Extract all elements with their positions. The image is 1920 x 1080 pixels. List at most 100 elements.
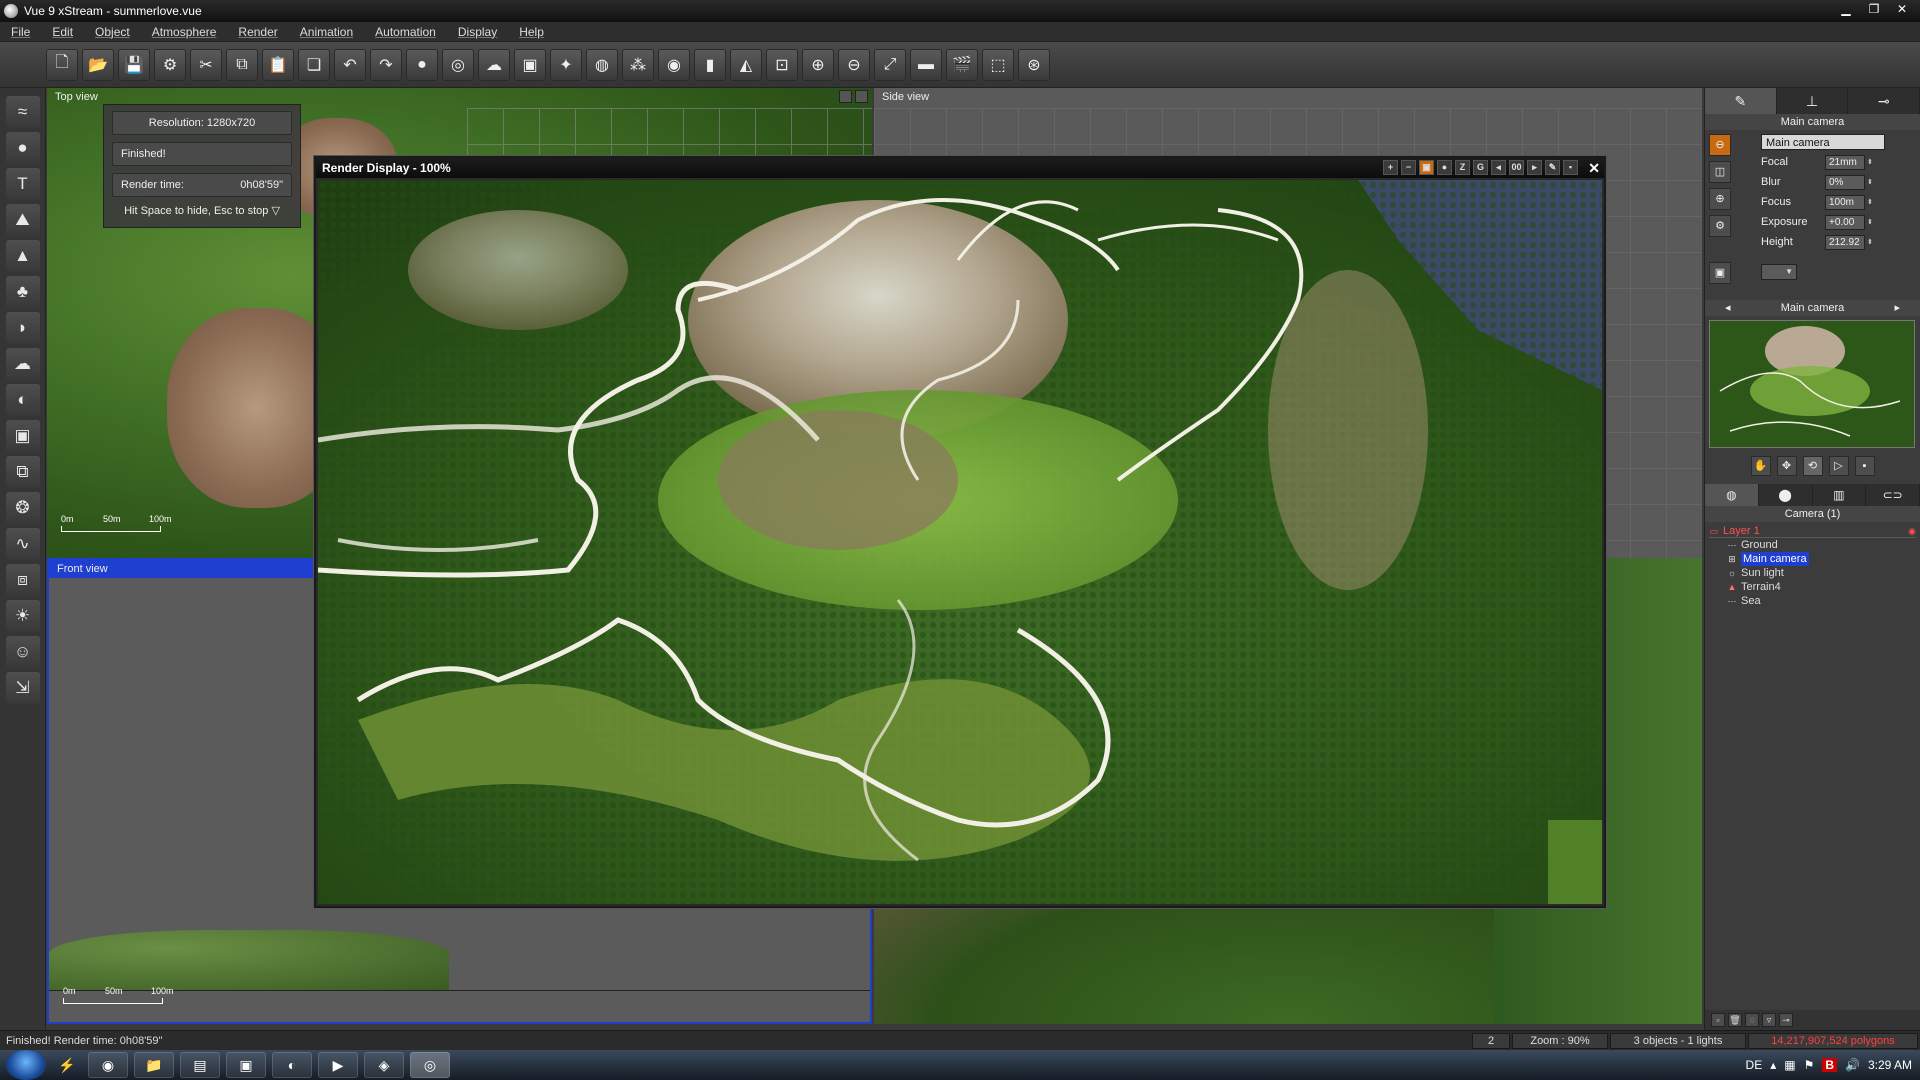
zoom-in-icon[interactable]: ⊕ xyxy=(802,48,834,81)
filter-icon[interactable]: ▿ xyxy=(1762,1013,1776,1027)
atmosphere-icon[interactable]: ☁ xyxy=(478,48,510,81)
tree-item-sun-light[interactable]: ☼ Sun light xyxy=(1709,566,1916,580)
frame-icon[interactable]: ⬚ xyxy=(982,48,1014,81)
mountain-icon[interactable]: ▲ xyxy=(5,240,40,272)
tab-materials[interactable]: ⬤ xyxy=(1759,484,1813,506)
tree-item-sea[interactable]: ⋯ Sea xyxy=(1709,594,1916,608)
monitor-icon[interactable]: ▣ xyxy=(226,1052,266,1078)
folder-icon[interactable]: 📁 xyxy=(134,1052,174,1078)
quicklaunch-icon[interactable]: ⚡ xyxy=(52,1052,82,1078)
tray-app-icon[interactable]: B xyxy=(1822,1058,1838,1072)
copy-icon[interactable]: ⧉ xyxy=(226,48,258,81)
focal-spinner[interactable]: ⬍ xyxy=(1867,158,1875,166)
prev-camera-icon[interactable]: ◂ xyxy=(1725,300,1731,316)
render-display-titlebar[interactable]: Render Display - 100% + − ▣ ● Z G ◂ 00 ▸… xyxy=(316,158,1604,178)
viewport-options-icon[interactable] xyxy=(839,90,852,103)
file-icon[interactable]: ▤ xyxy=(180,1052,220,1078)
render-area-icon[interactable]: ◎ xyxy=(442,48,474,81)
zoom-region-icon[interactable]: ⊡ xyxy=(766,48,798,81)
app-icon[interactable]: ◈ xyxy=(364,1052,404,1078)
media-player-icon[interactable]: ▶ xyxy=(318,1052,358,1078)
menu-automation[interactable]: Automation xyxy=(364,25,447,39)
blur-input[interactable]: 0% xyxy=(1825,174,1865,190)
metablob-icon[interactable]: ❂ xyxy=(5,492,40,524)
save-render-icon[interactable]: ▪ xyxy=(1563,160,1578,175)
clock[interactable]: 3:29 AM xyxy=(1868,1058,1912,1072)
browser-icon[interactable]: ◉ xyxy=(88,1052,128,1078)
focus-spinner[interactable]: ⬍ xyxy=(1867,198,1875,206)
volume-icon[interactable]: 🔊 xyxy=(1845,1058,1860,1072)
start-button[interactable] xyxy=(6,1050,46,1080)
focus-input[interactable]: 100m xyxy=(1825,194,1865,210)
menu-atmosphere[interactable]: Atmosphere xyxy=(141,25,228,39)
color-correct-icon[interactable]: G xyxy=(1473,160,1488,175)
tab-animation[interactable]: ⊸ xyxy=(1848,88,1920,114)
zoom-out-icon[interactable]: ⊖ xyxy=(838,48,870,81)
edit-icon[interactable]: ✎ xyxy=(1545,160,1560,175)
firefox-icon[interactable]: ◐ xyxy=(272,1052,312,1078)
minimize-button[interactable]: ▁ xyxy=(1832,0,1860,18)
cloud-icon[interactable]: ☁ xyxy=(5,348,40,380)
material-icon[interactable]: ⁂ xyxy=(622,48,654,81)
language-indicator[interactable]: DE xyxy=(1746,1058,1763,1072)
move-icon[interactable]: ✥ xyxy=(1776,456,1797,476)
next-frame-icon[interactable]: ▸ xyxy=(1527,160,1542,175)
water-icon[interactable]: ≈ xyxy=(5,96,40,128)
camera-settings-icon[interactable]: ⚙ xyxy=(1709,215,1731,237)
new-layer-icon[interactable]: ▫ xyxy=(1711,1013,1725,1027)
film-icon[interactable]: ▬ xyxy=(910,48,942,81)
maximize-button[interactable]: ❐ xyxy=(1860,0,1888,18)
camera-extra-icon[interactable]: ▣ xyxy=(1709,262,1731,284)
hide-icon[interactable]: ◌ xyxy=(1745,1013,1759,1027)
close-button[interactable]: ✕ xyxy=(1888,0,1916,18)
planet-icon[interactable]: ◐ xyxy=(5,384,40,416)
character-icon[interactable]: ☺ xyxy=(5,636,40,668)
frame-counter-icon[interactable]: 00 xyxy=(1509,160,1524,175)
tab-numerics[interactable]: ⊥ xyxy=(1777,88,1849,114)
tray-expand-icon[interactable]: ▴ xyxy=(1770,1058,1776,1072)
height-input[interactable]: 212.92 xyxy=(1825,234,1865,250)
hint-dropdown-icon[interactable]: ▽ xyxy=(271,205,279,217)
save-icon[interactable]: 💾 xyxy=(118,48,150,81)
fit-view-icon[interactable]: ⤢ xyxy=(874,48,906,81)
tree-item-ground[interactable]: ⋯ Ground xyxy=(1709,538,1916,552)
camera-select[interactable]: Main camera xyxy=(1761,134,1885,150)
rgb-channel-icon[interactable]: ▣ xyxy=(1419,160,1434,175)
align-icon[interactable]: ▮ xyxy=(694,48,726,81)
plant-icon[interactable]: ✦ xyxy=(550,48,582,81)
text-icon[interactable]: T xyxy=(5,168,40,200)
cut-icon[interactable]: ✂ xyxy=(190,48,222,81)
new-icon[interactable]: 🗋 xyxy=(46,48,78,81)
menu-render[interactable]: Render xyxy=(227,25,288,39)
blur-spinner[interactable]: ⬍ xyxy=(1867,178,1875,186)
camera-mode-icon[interactable]: ⊖ xyxy=(1709,134,1731,156)
paste-icon[interactable]: 📋 xyxy=(262,48,294,81)
next-camera-icon[interactable]: ▸ xyxy=(1894,300,1900,316)
undo-icon[interactable]: ↶ xyxy=(334,48,366,81)
flag-icon[interactable]: ⚑ xyxy=(1804,1058,1815,1072)
alpha-channel-icon[interactable]: ● xyxy=(1437,160,1452,175)
path-icon[interactable]: ∿ xyxy=(5,528,40,560)
focal-input[interactable]: 21mm xyxy=(1825,154,1865,170)
viewport-maximize-icon[interactable] xyxy=(855,90,868,103)
boolean-icon[interactable]: ⧉ xyxy=(5,456,40,488)
menu-help[interactable]: Help xyxy=(508,25,555,39)
vue-app-icon[interactable]: ◎ xyxy=(410,1052,450,1078)
zoom-out-icon[interactable]: − xyxy=(1401,160,1416,175)
tree-layer[interactable]: ▭ Layer 1 ◉ xyxy=(1709,524,1916,538)
paint-icon[interactable]: ◉ xyxy=(658,48,690,81)
zoom-in-icon[interactable]: + xyxy=(1383,160,1398,175)
side-view-header[interactable]: Side view xyxy=(874,88,1702,106)
exposure-input[interactable]: +0.00 xyxy=(1825,214,1865,230)
camera-manager-icon[interactable]: ⊛ xyxy=(1018,48,1050,81)
camera-option-dropdown[interactable]: ▼ xyxy=(1761,264,1797,280)
tree-item-terrain4[interactable]: ▲ Terrain4 xyxy=(1709,580,1916,594)
redo-icon[interactable]: ↷ xyxy=(370,48,402,81)
tab-libraries[interactable]: ▥ xyxy=(1813,484,1867,506)
mirror-icon[interactable]: ◭ xyxy=(730,48,762,81)
height-spinner[interactable]: ⬍ xyxy=(1867,238,1875,246)
duplicate-icon[interactable]: ❏ xyxy=(298,48,330,81)
object-icon[interactable]: ▣ xyxy=(514,48,546,81)
pan-hand-icon[interactable]: ✋ xyxy=(1750,456,1771,476)
camera-preview[interactable] xyxy=(1709,320,1915,448)
